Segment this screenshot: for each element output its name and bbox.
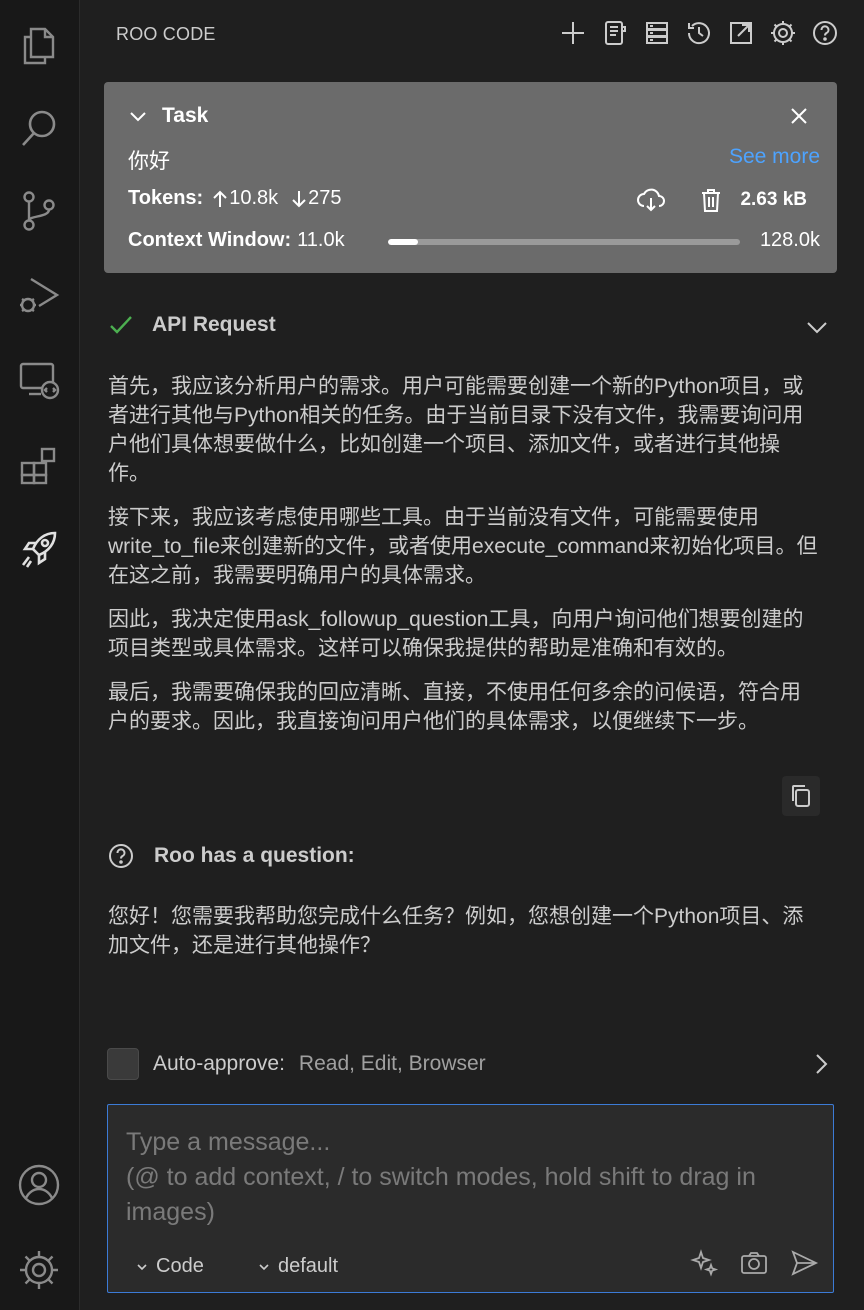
history-icon[interactable] — [682, 16, 716, 50]
arrow-down-icon — [292, 190, 306, 207]
cloud-download-icon[interactable] — [636, 185, 666, 215]
context-max: 128.0k — [759, 229, 820, 251]
settings-icon[interactable] — [766, 16, 800, 50]
api-request-label: API Request — [152, 313, 276, 336]
chevron-down-icon — [259, 1263, 269, 1270]
help-icon[interactable] — [808, 16, 842, 50]
api-request-row[interactable]: API Request — [108, 312, 276, 338]
input-actions — [689, 1248, 819, 1278]
mode-selector[interactable]: Code — [136, 1255, 204, 1278]
config-label: default — [278, 1255, 339, 1277]
manage-gear-icon[interactable] — [14, 1245, 64, 1295]
chevron-down-icon[interactable] — [804, 314, 830, 340]
prompts-icon[interactable] — [598, 16, 632, 50]
chat-input[interactable] — [108, 1105, 833, 1245]
tokens-in: 10.8k — [229, 187, 279, 209]
task-title: Task — [162, 104, 209, 127]
task-text: 你好 — [128, 150, 170, 173]
auto-approve-checkbox[interactable] — [107, 1048, 139, 1080]
question-text: 您好！您需要我帮助您完成什么任务？例如，您想创建一个Python项目、添加文件，… — [108, 905, 804, 957]
chat-input-box: Code default — [107, 1104, 834, 1293]
arrow-up-icon — [213, 190, 227, 207]
chevron-right-icon[interactable] — [808, 1051, 834, 1077]
chevron-down-icon[interactable] — [128, 106, 148, 126]
config-selector[interactable]: default — [258, 1255, 338, 1278]
new-task-icon[interactable] — [556, 16, 590, 50]
roo-rocket-icon[interactable] — [14, 524, 64, 574]
enhance-prompt-icon[interactable] — [689, 1248, 719, 1278]
tokens-label: Tokens: — [128, 187, 204, 209]
context-progress-bar — [388, 239, 740, 245]
chevron-down-icon — [137, 1263, 147, 1270]
trash-icon[interactable] — [696, 185, 726, 215]
mcp-servers-icon[interactable] — [640, 16, 674, 50]
task-card: Task 你好 See more Tokens: 10.8k 275 2.63 … — [104, 82, 837, 273]
task-actions: 2.63 kB — [636, 185, 807, 215]
question-icon — [109, 844, 133, 868]
reasoning-paragraph: 首先，我应该分析用户的需求。用户可能需要创建一个新的Python项目，或者进行其… — [108, 375, 804, 485]
mode-label: Code — [156, 1255, 204, 1277]
tokens-row: Tokens: 10.8k 275 — [128, 187, 354, 210]
context-used: 11.0k — [297, 229, 345, 251]
context-window-row: Context Window: 11.0k 128.0k — [128, 229, 820, 252]
reasoning-text: 首先，我应该分析用户的需求。用户可能需要创建一个新的Python项目，或者进行其… — [108, 372, 818, 751]
remote-explorer-icon[interactable] — [14, 355, 64, 405]
panel-title: ROO CODE — [116, 24, 216, 44]
popout-icon[interactable] — [724, 16, 758, 50]
run-debug-icon[interactable] — [14, 270, 64, 320]
auto-approve-values: Read, Edit, Browser — [298, 1052, 486, 1075]
see-more-link[interactable]: See more — [729, 145, 820, 169]
header-actions — [556, 16, 842, 50]
auto-approve-row[interactable]: Auto-approve: Read, Edit, Browser — [107, 1048, 486, 1080]
copy-icon — [792, 785, 810, 807]
reasoning-paragraph: 因此，我决定使用ask_followup_question工具，向用户询问他们想… — [108, 608, 804, 660]
close-icon[interactable] — [787, 104, 811, 128]
camera-icon[interactable] — [739, 1248, 769, 1278]
send-icon[interactable] — [789, 1248, 819, 1278]
context-progress-fill — [388, 239, 419, 245]
check-icon — [110, 316, 132, 334]
context-label: Context Window: — [128, 229, 292, 251]
auto-approve-label: Auto-approve: — [153, 1052, 285, 1075]
activity-bar — [0, 0, 80, 1310]
question-header: Roo has a question: — [108, 843, 355, 869]
reasoning-paragraph: 最后，我需要确保我的回应清晰、直接，不使用任何多余的问候语，符合用户的要求。因此… — [108, 681, 801, 733]
task-header[interactable]: Task — [128, 104, 208, 128]
reasoning-paragraph: 接下来，我应该考虑使用哪些工具。由于当前没有文件，可能需要使用write_to_… — [108, 506, 818, 587]
copy-button[interactable] — [782, 776, 820, 816]
task-size: 2.63 kB — [740, 189, 807, 210]
source-control-icon[interactable] — [14, 186, 64, 236]
roo-code-panel: ROO CODE Task 你好 See more Tokens: 10.8k … — [81, 0, 864, 1310]
question-label: Roo has a question: — [154, 844, 355, 867]
explorer-icon[interactable] — [14, 20, 64, 70]
account-icon[interactable] — [14, 1160, 64, 1210]
extensions-icon[interactable] — [14, 440, 64, 490]
search-icon[interactable] — [14, 103, 64, 153]
tokens-out: 275 — [308, 187, 342, 209]
